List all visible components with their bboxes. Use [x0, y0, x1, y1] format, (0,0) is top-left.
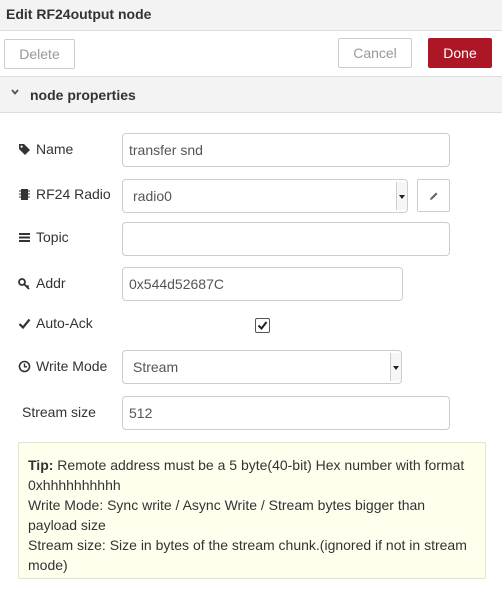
delete-button[interactable]: Delete — [4, 39, 75, 69]
name-input[interactable] — [122, 133, 450, 167]
section-label: node properties — [30, 87, 136, 103]
cancel-button[interactable]: Cancel — [338, 38, 412, 68]
key-icon — [18, 277, 30, 290]
autoack-label: Auto-Ack — [18, 315, 93, 331]
topic-label: Topic — [18, 229, 69, 245]
addr-label: Addr — [18, 275, 66, 291]
addr-label-text: Addr — [36, 275, 66, 291]
streamsize-label-text: Stream size — [22, 404, 96, 420]
chevron-down-icon — [11, 89, 19, 95]
autoack-checkbox[interactable] — [255, 318, 270, 333]
radio-select-value: radio0 — [133, 188, 172, 204]
clock-icon — [18, 360, 31, 372]
tip-line-2: Write Mode: Sync write / Async Write / S… — [28, 497, 426, 533]
dialog-title: Edit RF24output node — [6, 6, 152, 22]
list-icon — [19, 232, 30, 242]
name-label-text: Name — [36, 141, 74, 157]
topic-label-text: Topic — [36, 229, 69, 245]
addr-input[interactable] — [122, 267, 403, 301]
check-icon — [18, 318, 31, 329]
streamsize-input[interactable] — [122, 396, 450, 430]
radio-label: RF24 Radio — [18, 186, 111, 202]
chevron-down-icon — [396, 182, 407, 210]
dialog-titlebar: Edit RF24output node — [0, 0, 502, 31]
autoack-label-text: Auto-Ack — [36, 315, 93, 331]
node-properties-header[interactable]: node properties — [0, 77, 502, 113]
tag-icon — [19, 143, 30, 155]
name-label: Name — [18, 141, 73, 157]
edit-radio-button[interactable] — [417, 179, 450, 212]
writemode-label-text: Write Mode — [36, 358, 108, 374]
tip-line-1: Remote address must be a 5 byte(40-bit) … — [28, 457, 465, 493]
pencil-icon — [430, 192, 438, 200]
writemode-select-value: Stream — [133, 359, 179, 375]
writemode-select[interactable]: Stream — [122, 350, 402, 384]
chevron-down-icon — [390, 353, 401, 381]
radio-label-text: RF24 Radio — [36, 186, 111, 202]
tip-line-3: Stream size: Size in bytes of the stream… — [28, 537, 467, 573]
tip-heading: Tip: — [28, 457, 54, 473]
chip-icon — [19, 188, 30, 200]
topic-input[interactable] — [122, 222, 450, 256]
checkmark-icon — [257, 321, 268, 331]
done-button[interactable]: Done — [428, 38, 492, 68]
radio-select[interactable]: radio0 — [122, 179, 408, 213]
writemode-label: Write Mode — [18, 358, 107, 374]
streamsize-label: Stream size — [22, 404, 96, 420]
tip-box: Tip: Remote address must be a 5 byte(40-… — [18, 442, 486, 579]
